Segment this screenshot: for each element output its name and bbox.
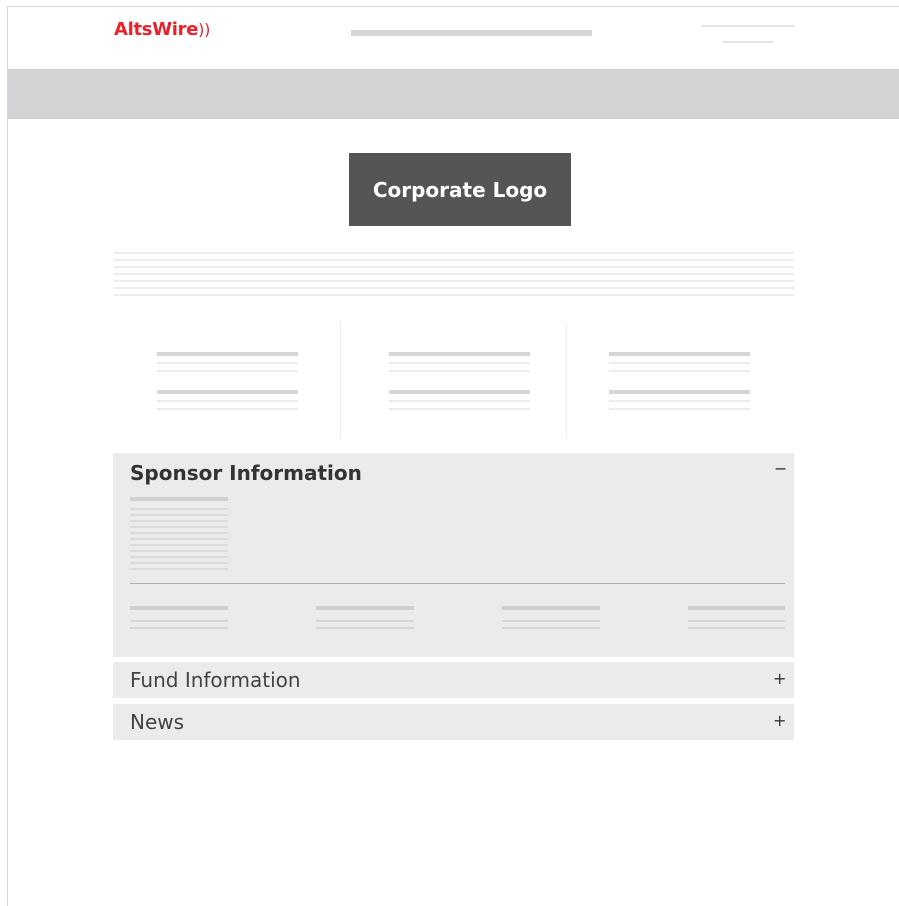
menu-line-1[interactable] [702, 25, 794, 27]
stat-line [157, 408, 298, 410]
detail-heading-line [502, 606, 600, 610]
news-label[interactable]: News [130, 710, 184, 734]
sponsor-heading-line [130, 497, 228, 501]
stat-line [389, 362, 530, 364]
text-line [130, 514, 228, 516]
detail-line [130, 627, 228, 629]
text-line [130, 544, 228, 546]
expand-icon[interactable]: + [773, 711, 786, 730]
logo-text-wire: Wire [152, 19, 199, 40]
text-line [114, 287, 794, 289]
stat-line [609, 362, 750, 364]
stat-heading-line [157, 390, 298, 394]
stat-line [609, 370, 750, 372]
fund-information-label[interactable]: Fund Information [130, 668, 301, 692]
collapse-icon[interactable]: − [774, 459, 787, 478]
detail-line [502, 620, 600, 622]
text-line [130, 562, 228, 564]
sponsor-information-title[interactable]: Sponsor Information [130, 461, 362, 485]
menu-line-2[interactable] [723, 41, 773, 43]
detail-line [130, 620, 228, 622]
text-line [130, 538, 228, 540]
column-divider [566, 323, 567, 439]
detail-line [316, 620, 414, 622]
text-line [130, 508, 228, 510]
text-line [130, 532, 228, 534]
stat-line [157, 370, 298, 372]
text-line [130, 550, 228, 552]
text-line [114, 273, 794, 275]
detail-line [502, 627, 600, 629]
text-line [114, 266, 794, 268]
news-accordion[interactable] [113, 704, 794, 740]
expand-icon[interactable]: + [773, 669, 786, 688]
text-line [130, 520, 228, 522]
stat-heading-line [609, 390, 750, 394]
banner [7, 69, 899, 119]
stat-line [609, 408, 750, 410]
altswire-logo[interactable]: AltsWire)) [114, 19, 210, 40]
sponsor-divider [130, 583, 785, 584]
stat-heading-line [157, 352, 298, 356]
text-line [114, 280, 794, 282]
stat-line [609, 400, 750, 402]
nav-placeholder[interactable] [351, 30, 592, 36]
text-line [130, 556, 228, 558]
text-line [114, 259, 794, 261]
corporate-logo: Corporate Logo [349, 153, 571, 226]
column-divider [340, 323, 341, 439]
detail-line [688, 627, 785, 629]
stat-line [389, 370, 530, 372]
stat-line [157, 362, 298, 364]
text-line [130, 526, 228, 528]
stat-heading-line [389, 390, 530, 394]
stat-heading-line [389, 352, 530, 356]
detail-heading-line [688, 606, 785, 610]
text-line [130, 568, 228, 570]
signal-waves-icon: )) [198, 20, 211, 39]
logo-text-alts: Alts [114, 19, 153, 40]
text-line [114, 252, 794, 254]
detail-heading-line [130, 606, 228, 610]
text-line [114, 294, 794, 296]
stat-line [389, 400, 530, 402]
detail-heading-line [316, 606, 414, 610]
stat-heading-line [609, 352, 750, 356]
detail-line [316, 627, 414, 629]
detail-line [688, 620, 785, 622]
stat-line [157, 400, 298, 402]
stat-line [389, 408, 530, 410]
